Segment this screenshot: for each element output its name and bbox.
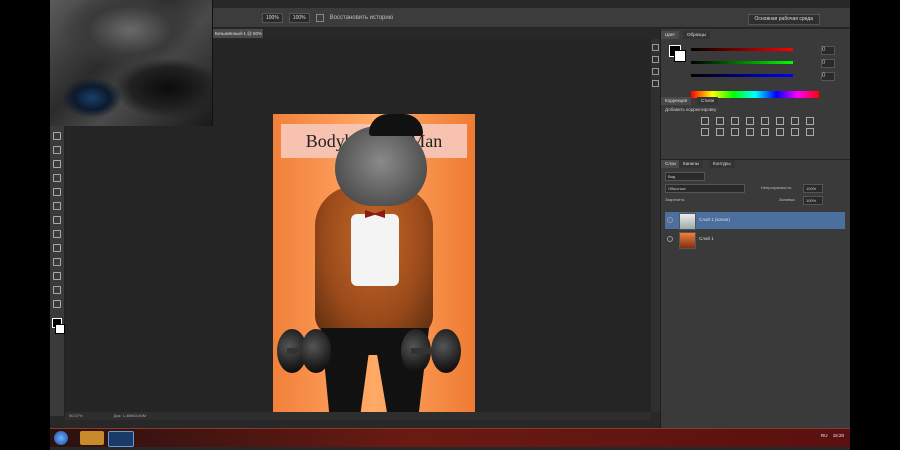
adjustments-title: Добавить корректировку (665, 107, 717, 112)
dumbbell-left (277, 329, 337, 373)
cat-head (335, 126, 427, 206)
webcam-overlay (50, 0, 213, 126)
brightness-icon[interactable] (701, 117, 709, 125)
tab-swatches[interactable]: Образцы (683, 31, 710, 39)
color-lookup-icon[interactable] (731, 128, 739, 136)
windows-taskbar: RU 15:20 (50, 428, 850, 447)
hand-tool-icon[interactable] (53, 286, 61, 294)
blue-slider[interactable] (691, 74, 793, 77)
levels-icon[interactable] (716, 117, 724, 125)
layer-fill-field[interactable]: 100% (803, 196, 823, 205)
airbrush-checkbox[interactable] (315, 13, 324, 22)
tab-paths[interactable]: Контуры (709, 160, 735, 168)
hue-sat-icon[interactable] (776, 117, 784, 125)
tab-color[interactable]: Цвет (661, 31, 680, 39)
right-panels: Цвет Образцы 0 0 0 Коррекция Стили Добав… (660, 29, 850, 446)
zoom-field[interactable]: 100% (262, 12, 283, 23)
dodge-tool-icon[interactable] (53, 216, 61, 224)
layer-thumbnail (679, 213, 696, 230)
layer-row-copy[interactable]: Слой 1 (копия) (665, 212, 845, 230)
type-tool-icon[interactable] (53, 244, 61, 252)
zoom-tool-icon[interactable] (53, 300, 61, 308)
layer-name: Слой 1 (699, 236, 714, 241)
invert-icon[interactable] (746, 128, 754, 136)
photoshop-taskbar-icon[interactable] (108, 431, 134, 447)
stamp-tool-icon[interactable] (53, 146, 61, 154)
layer-filter-select[interactable]: Вид (665, 172, 705, 181)
history-brush-tool-icon[interactable] (53, 160, 61, 168)
gradient-tool-icon[interactable] (53, 188, 61, 196)
dumbbell-right (401, 329, 461, 373)
airbrush-label: Восстановить историю (329, 14, 394, 21)
threshold-icon[interactable] (776, 128, 784, 136)
adjustment-icons (701, 117, 821, 136)
document-tab[interactable]: Безымянный-1 @ 50% (RGB/8) (212, 29, 264, 45)
background-color-swatch[interactable] (55, 324, 65, 334)
color-balance-icon[interactable] (791, 117, 799, 125)
layer-row-base[interactable]: Слой 1 (665, 231, 845, 249)
shape-tool-icon[interactable] (53, 272, 61, 280)
blend-mode-select[interactable]: Обычные (665, 184, 745, 193)
bw-icon[interactable] (806, 117, 814, 125)
fill-label: Заливка: (779, 197, 796, 202)
workspace-select[interactable]: Основная рабочая среда (747, 14, 820, 25)
lock-label: Закрепить: (665, 197, 686, 202)
green-value[interactable]: 0 (821, 59, 835, 68)
brush-presets-icon[interactable] (652, 68, 659, 75)
tab-channels[interactable]: Каналы (679, 160, 703, 168)
panel-icon-strip (651, 39, 660, 412)
red-value[interactable]: 0 (821, 46, 835, 55)
layer-thumbnail (679, 232, 696, 249)
options-bar: 100% 100% Восстановить историю Основная … (212, 8, 850, 28)
document-image[interactable]: Bodybuilding Man (273, 114, 475, 416)
red-slider[interactable] (691, 48, 793, 51)
language-indicator[interactable]: RU (821, 433, 828, 438)
layers-panel: Слои Каналы Контуры Вид Обычные Непрозра… (661, 159, 850, 446)
blue-value[interactable]: 0 (821, 72, 835, 81)
layer-opacity-field[interactable]: 100% (803, 184, 823, 193)
character-icon[interactable] (652, 80, 659, 87)
status-bar: 50.07% Док: 1,48M/3,60M (65, 412, 651, 420)
start-button[interactable] (54, 431, 68, 445)
eraser-tool-icon[interactable] (53, 174, 61, 182)
curves-icon[interactable] (731, 117, 739, 125)
white-shirt (351, 214, 399, 286)
tab-adjustments[interactable]: Коррекция (661, 97, 692, 105)
eye-icon[interactable] (667, 217, 673, 223)
properties-icon[interactable] (652, 56, 659, 63)
posterize-icon[interactable] (761, 128, 769, 136)
explorer-taskbar-icon[interactable] (80, 431, 104, 445)
path-select-tool-icon[interactable] (53, 258, 61, 266)
opacity-label: Непрозрачность: (761, 185, 793, 190)
tab-layers[interactable]: Слои (661, 160, 680, 168)
tab-styles[interactable]: Стили (697, 97, 718, 105)
layer-name: Слой 1 (копия) (699, 217, 730, 222)
history-icon[interactable] (652, 44, 659, 51)
green-slider[interactable] (691, 61, 793, 64)
gradient-map-icon[interactable] (791, 128, 799, 136)
pen-tool-icon[interactable] (53, 230, 61, 238)
opacity-field[interactable]: 100% (288, 12, 310, 23)
bowler-hat (369, 114, 423, 136)
tools-panel (50, 126, 65, 416)
zoom-readout[interactable]: 50.07% (69, 413, 83, 418)
eye-icon[interactable] (667, 236, 673, 242)
color-background-swatch[interactable] (674, 50, 686, 62)
vibrance-icon[interactable] (761, 117, 769, 125)
brush-tool-icon[interactable] (53, 132, 61, 140)
system-tray: RU 15:20 (821, 433, 844, 438)
selective-color-icon[interactable] (806, 128, 814, 136)
channel-mixer-icon[interactable] (716, 128, 724, 136)
document-info: Док: 1,48M/3,60M (113, 413, 146, 418)
exposure-icon[interactable] (746, 117, 754, 125)
clock[interactable]: 15:20 (833, 433, 844, 438)
photo-filter-icon[interactable] (701, 128, 709, 136)
blur-tool-icon[interactable] (53, 202, 61, 210)
